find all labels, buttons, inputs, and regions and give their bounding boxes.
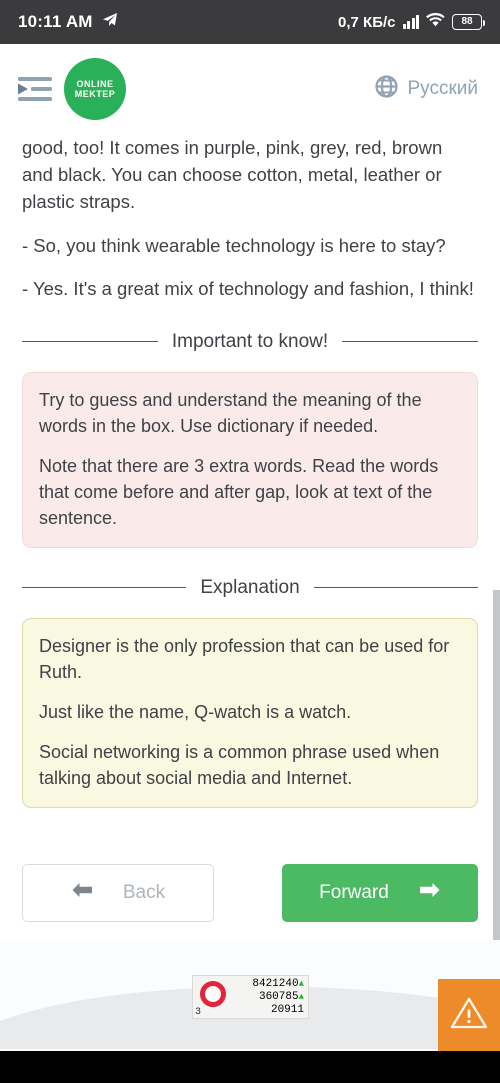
counter-index: 3 — [195, 1007, 202, 1018]
report-problem-button[interactable] — [438, 979, 500, 1051]
warning-triangle-icon — [450, 996, 488, 1035]
app-window: 10:11 AM 0,7 КБ/c 88 ONLINE MEKTEP Русск… — [0, 0, 500, 1083]
signal-bars-icon — [402, 15, 419, 29]
counter-value-1: 8421240 — [252, 978, 299, 990]
counter-ring-icon — [200, 981, 226, 1007]
telegram-send-icon — [102, 12, 118, 33]
status-bar-clock: 10:11 AM — [18, 12, 93, 31]
online-mektep-logo[interactable]: ONLINE MEKTEP — [64, 58, 126, 120]
counter-rows: 8421240▲ 360785▲ 20911 — [252, 978, 304, 1017]
app-header: ONLINE MEKTEP Русский — [0, 44, 500, 134]
important-paragraph: Try to guess and understand the meaning … — [39, 390, 422, 436]
battery-level: 88 — [461, 16, 473, 27]
lesson-paragraph: - Yes. It's a great mix of technology an… — [22, 278, 474, 299]
wifi-icon — [426, 12, 445, 32]
back-button-label: Back — [122, 882, 166, 903]
page-footer: 3 8421240▲ 360785▲ 20911 — [0, 940, 500, 1083]
back-button[interactable]: Back — [22, 864, 214, 922]
status-bar-left: 10:11 AM — [18, 12, 118, 33]
explanation-callout: Designer is the only profession that can… — [22, 618, 478, 808]
counter-value-2: 360785 — [258, 991, 299, 1003]
arrow-right-icon — [419, 882, 441, 904]
vertical-scrollbar[interactable] — [493, 590, 500, 945]
arrow-left-icon — [71, 882, 93, 904]
explanation-divider: Explanation — [22, 575, 479, 600]
counter-value-3: 20911 — [270, 1004, 304, 1016]
divider-line-left — [22, 587, 187, 588]
status-bar-right: 0,7 КБ/c 88 — [338, 12, 485, 32]
explanation-paragraph: Designer is the only profession that can… — [39, 636, 450, 682]
important-divider: Important to know! — [22, 329, 479, 354]
counter-trend-2: ▲ — [298, 992, 304, 1002]
globe-icon — [374, 75, 398, 103]
divider-line-right — [342, 341, 479, 342]
lesson-paragraph: - So, you think wearable technology is h… — [22, 235, 446, 256]
forward-button-label: Forward — [319, 882, 389, 903]
battery-indicator: 88 — [452, 14, 485, 30]
language-selector[interactable]: Русский — [374, 75, 479, 103]
navigation-buttons: Back Forward — [0, 864, 500, 922]
explanation-heading: Explanation — [200, 577, 300, 598]
lesson-content: good, too! It comes in purple, pink, gre… — [0, 134, 500, 808]
lesson-paragraph: good, too! It comes in purple, pink, gre… — [22, 137, 443, 212]
logo-line-2: MEKTEP — [74, 89, 116, 99]
important-callout: Try to guess and understand the meaning … — [22, 372, 478, 548]
logo-line-1: ONLINE — [76, 79, 114, 89]
forward-button[interactable]: Forward — [282, 864, 478, 922]
important-heading: Important to know! — [171, 331, 329, 352]
counter-row: 20911 — [252, 1004, 304, 1017]
status-bar: 10:11 AM 0,7 КБ/c 88 — [0, 0, 500, 44]
indent-list-icon[interactable] — [18, 76, 52, 102]
language-label: Русский — [407, 78, 479, 99]
network-speed: 0,7 КБ/c — [338, 13, 396, 31]
important-paragraph: Note that there are 3 extra words. Read … — [39, 456, 439, 528]
explanation-paragraph: Just like the name, Q-watch is a watch. — [39, 702, 352, 722]
system-navigation-bar — [0, 1051, 500, 1083]
divider-line-right — [313, 587, 479, 588]
explanation-paragraph: Social networking is a common phrase use… — [39, 742, 440, 788]
counter-row: 8421240▲ — [252, 978, 304, 991]
counter-row: 360785▲ — [252, 991, 304, 1004]
visitor-counter-widget[interactable]: 3 8421240▲ 360785▲ 20911 — [192, 975, 309, 1019]
divider-line-left — [22, 341, 158, 342]
counter-trend-1: ▲ — [298, 979, 304, 989]
